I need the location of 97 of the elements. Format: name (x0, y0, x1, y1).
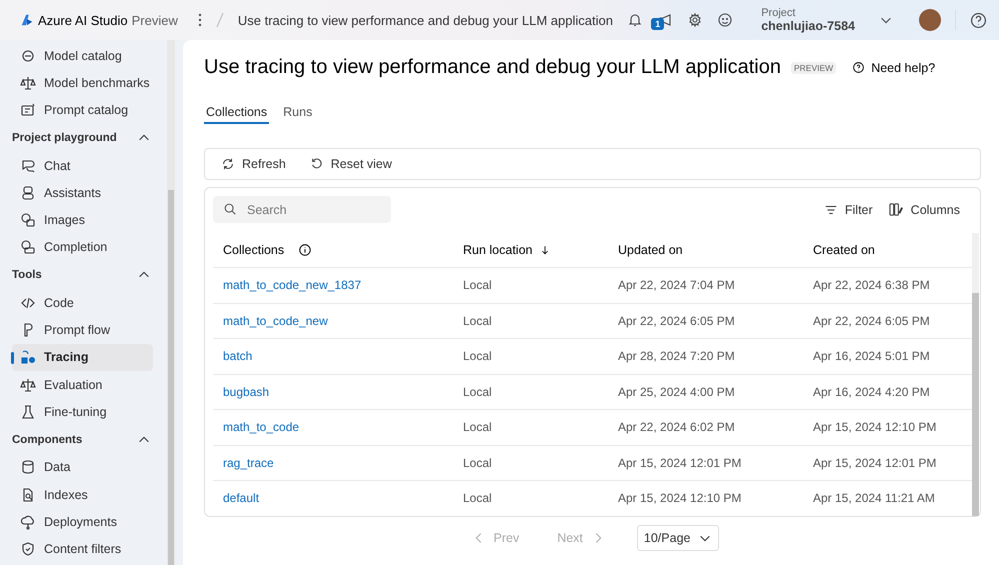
table-cell: Apr 16, 2024 5:01 PM (813, 349, 930, 364)
undo-icon (310, 157, 324, 171)
section-title: Components (12, 434, 82, 446)
table-cell: Apr 22, 2024 6:05 PM (813, 314, 930, 328)
collection-link[interactable]: batch (223, 349, 252, 364)
nav-item[interactable]: Prompt catalog (12, 96, 153, 124)
bell-icon (627, 12, 644, 28)
image-icon (20, 212, 36, 228)
scrollbar[interactable] (167, 40, 175, 565)
table-cell: Apr 22, 2024 6:38 PM (813, 278, 930, 292)
table-cell: Local (463, 456, 492, 470)
section-title: Project playground (12, 132, 117, 144)
breadcrumb-separator-icon (216, 12, 224, 28)
notification-badge: 1 (651, 18, 664, 30)
table-cell: Apr 15, 2024 12:01 PM (813, 456, 936, 470)
table-cell: Apr 22, 2024 6:05 PM (618, 314, 735, 328)
circle-icon (20, 48, 36, 64)
project-label: Project (761, 7, 796, 19)
settings-icon (687, 12, 704, 28)
collection-link[interactable]: default (223, 491, 260, 506)
megaphone-icon (657, 12, 674, 28)
breadcrumb: Use tracing to view performance and debug your LLM application (238, 12, 613, 28)
collection-link[interactable]: bugbash (223, 384, 270, 399)
help-icon (852, 61, 866, 74)
shield-icon (20, 541, 36, 558)
column-header[interactable]: Updated on (618, 243, 683, 257)
logo-icon (20, 13, 34, 27)
nav-item[interactable]: Images (12, 206, 153, 234)
scale-icon (20, 74, 36, 91)
help-icon (970, 12, 987, 28)
cloud-icon (20, 514, 36, 530)
app-name: Azure AI Studio (38, 12, 128, 28)
table-cell: Local (463, 314, 492, 328)
table-cell: Apr 15, 2024 12:10 PM (618, 491, 742, 506)
chat-icon (20, 158, 36, 174)
help-link[interactable]: Need help? (871, 60, 936, 74)
collection-link[interactable]: math_to_code_new (223, 314, 328, 328)
flask-icon (20, 404, 36, 420)
nav-item[interactable]: Evaluation (12, 370, 153, 398)
table-cell: Apr 25, 2024 4:00 PM (618, 384, 735, 399)
scrollbar[interactable] (972, 233, 979, 516)
table-cell: Local (463, 491, 492, 506)
project-name: chenlujiao-7584 (761, 19, 855, 33)
collection-link[interactable]: math_to_code_new_1837 (223, 278, 362, 292)
nav-item[interactable]: Fine-tuning (12, 398, 153, 426)
collection-link[interactable]: rag_trace (223, 456, 274, 470)
page-size-dropdown[interactable]: 10/Page (636, 525, 720, 551)
nav-item[interactable]: Indexes (12, 480, 153, 508)
nav-item[interactable]: Model benchmarks (12, 69, 153, 97)
table-cell: Local (463, 349, 492, 364)
avatar[interactable] (919, 9, 941, 31)
columns-icon (888, 202, 904, 217)
table-cell: Local (463, 384, 492, 399)
filter-button[interactable]: Filter (816, 198, 881, 220)
column-header[interactable]: Run location (463, 243, 532, 257)
reset-view-button[interactable]: Reset view (302, 153, 400, 175)
tracing-icon (20, 349, 36, 366)
column-header[interactable]: Collections (223, 243, 284, 257)
scale-icon (20, 376, 36, 393)
database-icon (20, 459, 36, 476)
nav-item[interactable]: Prompt flow (12, 316, 153, 344)
nav-item[interactable]: Data (12, 454, 153, 481)
smiley-icon (717, 12, 734, 28)
nav-item[interactable]: Content filters (12, 535, 153, 563)
nav-item[interactable]: Completion (12, 234, 153, 262)
refresh-button[interactable]: Refresh (213, 153, 294, 175)
nav-item[interactable]: Deployments (12, 508, 153, 536)
section-title: Tools (12, 269, 42, 282)
preview-badge: PREVIEW (791, 62, 836, 74)
table-cell: Apr 15, 2024 12:01 PM (618, 456, 742, 470)
catalog-icon (20, 102, 36, 118)
table-cell: Apr 15, 2024 11:21 AM (813, 491, 935, 506)
table-cell: Apr 28, 2024 7:20 PM (618, 349, 735, 364)
table-cell: Apr 22, 2024 6:02 PM (618, 420, 735, 434)
more-icon[interactable] (198, 13, 202, 27)
table-cell: Apr 16, 2024 4:20 PM (813, 384, 930, 399)
search-field[interactable]: Search (213, 196, 391, 223)
columns-button[interactable]: Columns (880, 198, 968, 221)
table-cell: Apr 22, 2024 7:04 PM (618, 278, 735, 292)
info-icon (298, 243, 312, 257)
nav-item[interactable]: Code (12, 289, 153, 316)
nav-item[interactable]: Assistants (12, 179, 153, 206)
nav-item[interactable]: Tracing (12, 344, 153, 371)
tab[interactable]: Runs (281, 101, 314, 124)
collection-link[interactable]: math_to_code (223, 420, 300, 434)
column-header[interactable]: Created on (813, 243, 875, 257)
tab[interactable]: Collections (204, 101, 270, 124)
app-name-suffix: Preview (132, 12, 178, 28)
nav-item[interactable]: Model catalog (12, 42, 153, 70)
table-cell: Local (463, 420, 492, 434)
table-cell: Local (463, 278, 492, 292)
refresh-icon (221, 157, 235, 171)
nav-item[interactable]: Chat (12, 152, 153, 180)
completion-icon (20, 239, 36, 256)
table-cell: Apr 15, 2024 12:10 PM (813, 420, 936, 434)
robot-icon (20, 184, 36, 201)
page-title: Use tracing to view performance and debug your LLM application (204, 56, 781, 79)
